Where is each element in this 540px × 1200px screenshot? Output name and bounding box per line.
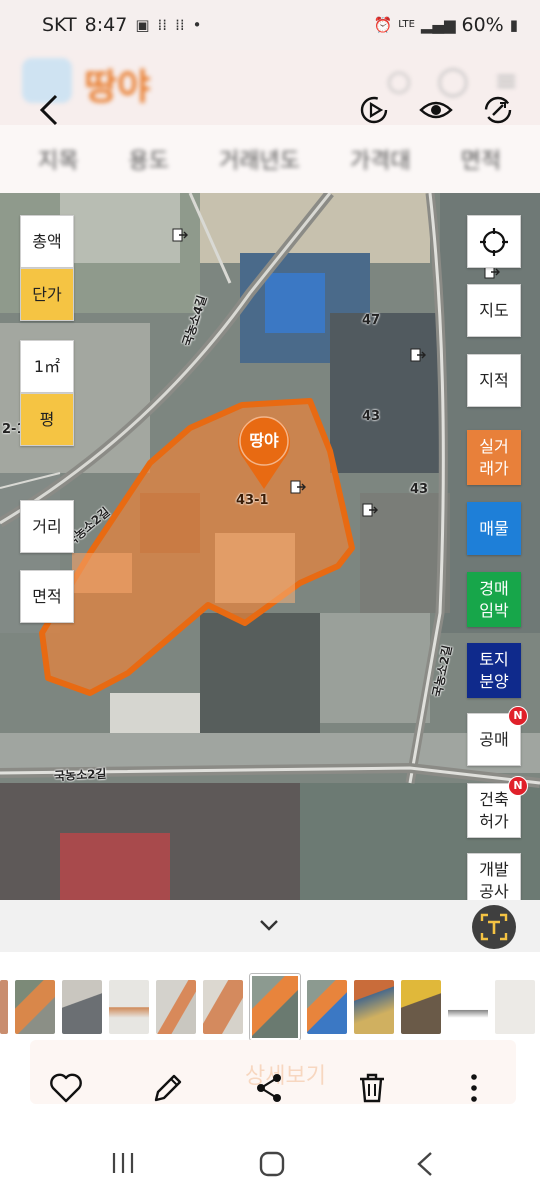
delete-trash-icon[interactable] xyxy=(354,1070,390,1106)
location-pin[interactable]: 땅야 xyxy=(234,415,294,491)
more-options-icon[interactable] xyxy=(456,1070,492,1106)
details-collapse-bar[interactable] xyxy=(0,900,540,952)
crosshair-icon xyxy=(480,227,508,256)
tab-price-range: 가격대 xyxy=(349,149,411,174)
share-icon[interactable] xyxy=(251,1070,287,1106)
system-navigation-bar xyxy=(0,1130,540,1200)
thumbnail[interactable] xyxy=(307,980,347,1034)
satellite-map[interactable]: 47 43 43 43-1 2-1 국농소4길 국농소2길 국농소2길 국농소2… xyxy=(0,193,540,900)
category-tabs: 지목 용도 거래년도 가격대 면적 xyxy=(0,125,540,193)
thumbnail-selected[interactable] xyxy=(249,973,301,1041)
area-measure-button[interactable]: 면적 xyxy=(20,570,74,623)
price-total-toggle[interactable]: 총액 xyxy=(20,215,74,268)
thumbnail[interactable] xyxy=(354,980,394,1034)
unit-m2-toggle[interactable]: 1㎡ xyxy=(20,340,74,393)
back-arrow-icon[interactable] xyxy=(30,90,70,130)
tab-usage: 용도 xyxy=(128,149,169,174)
cadastral-layer-button[interactable]: 지적 xyxy=(467,354,521,407)
text-extract-button[interactable] xyxy=(472,905,516,949)
map-layer-button[interactable]: 지도 xyxy=(467,284,521,337)
thumbnail[interactable] xyxy=(0,980,8,1034)
thumbnail[interactable] xyxy=(401,980,441,1034)
thumbnail[interactable] xyxy=(495,980,535,1034)
parcel-label: 43 xyxy=(362,409,381,424)
thumbnail-strip[interactable] xyxy=(0,972,540,1042)
screen: SKT 8:47 ▣ ⁞⁞ ⁞⁞ • ⏰ LTE ▂▄▆ 60% ▮ 땅야 ○ … xyxy=(0,0,540,1200)
tab-area: 면적 xyxy=(460,149,502,174)
battery-label: 60% xyxy=(461,14,504,36)
development-construction-button[interactable]: 개발 공사 xyxy=(467,853,521,900)
thumbnail[interactable] xyxy=(448,980,488,1034)
thumbnail[interactable] xyxy=(62,980,102,1034)
alarm-icon: ⏰ xyxy=(373,16,393,34)
public-sale-label: 공매 xyxy=(479,729,509,749)
land-sale-button[interactable]: 토지 분양 xyxy=(467,643,521,698)
edit-pencil-icon[interactable] xyxy=(150,1070,186,1106)
recent-apps-icon[interactable] xyxy=(110,1150,136,1176)
video-play-icon[interactable] xyxy=(356,92,392,128)
my-location-button[interactable] xyxy=(467,215,521,268)
entrance-icon xyxy=(172,228,188,242)
public-sale-button[interactable]: 공매 N xyxy=(467,706,528,766)
real-trade-price-button[interactable]: 실거 래가 xyxy=(467,430,521,485)
thumbnail[interactable] xyxy=(156,980,196,1034)
tab-land-category: 지목 xyxy=(38,149,79,174)
road-label: 국농소2길 xyxy=(53,766,107,784)
thumbnail[interactable] xyxy=(109,980,149,1034)
distance-measure-button[interactable]: 거리 xyxy=(20,500,74,553)
entrance-icon xyxy=(410,348,426,362)
thumbnail[interactable] xyxy=(15,980,55,1034)
footsteps-icon-2: ⁞⁞ xyxy=(175,16,185,34)
building-permit-label: 건축 허가 xyxy=(479,789,509,831)
favorite-heart-icon[interactable] xyxy=(48,1070,84,1106)
parcel-label: 43 xyxy=(410,482,429,497)
auction-imminent-button[interactable]: 경매 임박 xyxy=(467,572,521,627)
remaster-icon[interactable] xyxy=(480,92,516,128)
more-notifications-dot-icon: • xyxy=(192,16,202,34)
eye-icon[interactable] xyxy=(418,92,454,128)
pin-label: 땅야 xyxy=(249,431,279,450)
parcel-label: 47 xyxy=(362,313,381,328)
footsteps-icon: ⁞⁞ xyxy=(157,16,168,34)
status-bar: SKT 8:47 ▣ ⁞⁞ ⁞⁞ • ⏰ LTE ▂▄▆ 60% ▮ xyxy=(0,0,540,50)
tab-trade-year: 거래년도 xyxy=(218,149,300,174)
text-recognition-icon xyxy=(480,913,508,941)
gallery-notification-icon: ▣ xyxy=(135,16,150,34)
new-badge: N xyxy=(508,776,528,796)
thumbnail[interactable] xyxy=(203,980,243,1034)
time-label: 8:47 xyxy=(84,14,128,36)
parcel-label-selected: 43-1 xyxy=(236,493,269,508)
listing-button[interactable]: 매물 xyxy=(467,502,521,555)
carrier-label: SKT xyxy=(42,14,77,36)
network-type-label: LTE xyxy=(398,19,415,30)
chevron-down-icon[interactable] xyxy=(258,916,280,934)
signal-icon: ▂▄▆ xyxy=(420,16,456,34)
unit-pyeong-toggle[interactable]: 평 xyxy=(20,393,74,446)
home-icon[interactable] xyxy=(258,1150,286,1178)
price-unit-toggle[interactable]: 단가 xyxy=(20,268,74,321)
photo-action-bar xyxy=(0,1060,540,1116)
battery-icon: ▮ xyxy=(509,16,518,34)
satellite-imagery xyxy=(0,193,540,900)
entrance-icon xyxy=(362,503,378,517)
back-icon[interactable] xyxy=(413,1150,437,1178)
building-permit-button[interactable]: 건축 허가 N xyxy=(467,776,528,838)
new-badge: N xyxy=(508,706,528,726)
